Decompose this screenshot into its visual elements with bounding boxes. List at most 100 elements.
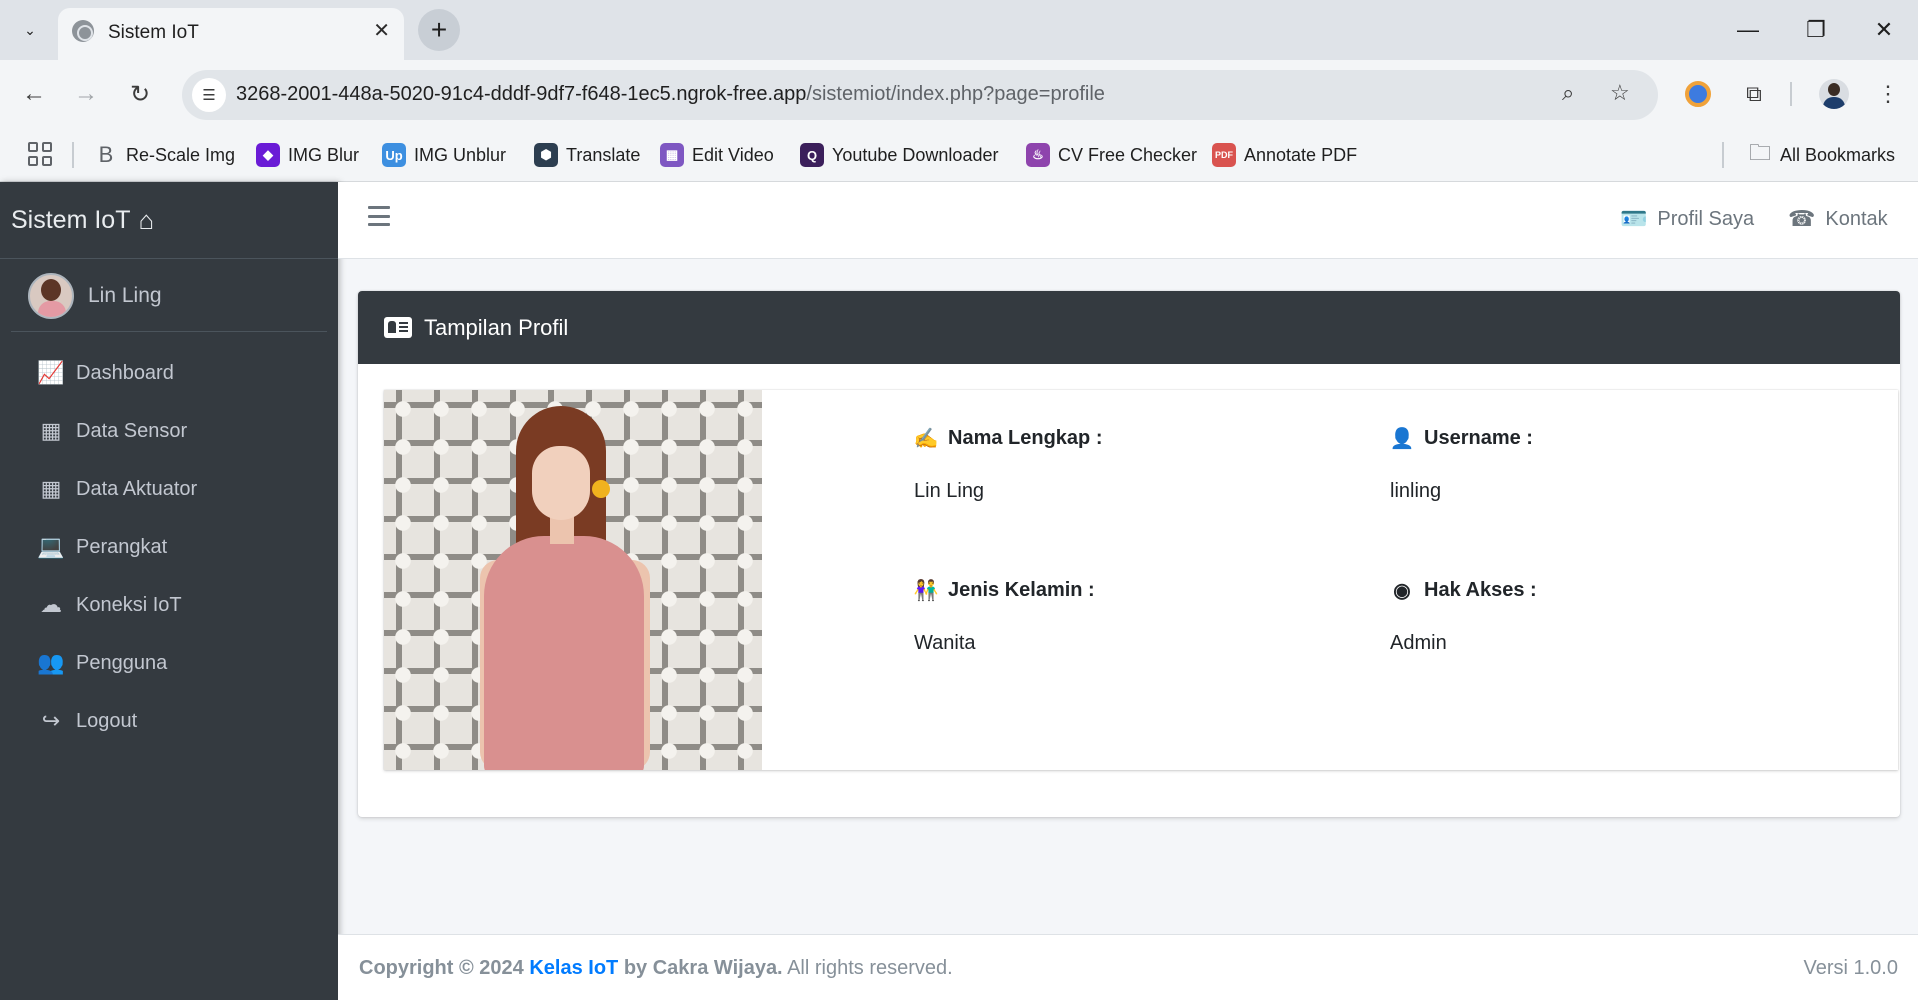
cloud-icon: ☁ xyxy=(40,592,62,617)
bookmark-item[interactable]: ▦ Edit Video xyxy=(660,140,774,170)
phone-icon: ☎ xyxy=(1788,206,1816,231)
footer-copyright: Copyright © 2024 Kelas IoT by Cakra Wija… xyxy=(359,957,953,980)
bookmark-item[interactable]: ◆ IMG Blur xyxy=(256,140,359,170)
bookmark-label: Annotate PDF xyxy=(1244,144,1358,165)
chart-area-icon: 📈 xyxy=(37,360,65,385)
grid-icon: ▦ xyxy=(40,418,62,443)
edit-video-icon: ▦ xyxy=(660,143,684,167)
bookmarks-divider xyxy=(1722,142,1724,168)
card-title: Tampilan Profil xyxy=(424,314,569,340)
contact-link[interactable]: ☎ Kontak xyxy=(1788,206,1888,232)
extensions-puzzle-icon[interactable]: ⧉ xyxy=(1734,74,1774,114)
sidebar-item-data-sensor[interactable]: ▦ Data Sensor xyxy=(0,402,338,460)
access-label: Hak Akses : xyxy=(1424,578,1537,601)
bookmark-star-icon[interactable]: ☆ xyxy=(1610,80,1630,106)
new-tab-button[interactable]: + xyxy=(418,9,460,51)
footer-link[interactable]: Kelas IoT xyxy=(529,957,618,979)
footer-author: by Cakra Wijaya. xyxy=(623,957,783,979)
zoom-icon[interactable]: ⌕ xyxy=(1562,80,1574,106)
user-panel[interactable]: Lin Ling xyxy=(11,260,327,332)
restore-icon[interactable]: ❐ xyxy=(1796,10,1836,50)
url-host: 3268-2001-448a-5020-91c4-dddf-9df7-f648-… xyxy=(236,83,807,105)
site-settings-icon[interactable]: ☰ xyxy=(192,78,226,112)
brand-link[interactable]: Sistem IoT ⌂ xyxy=(0,182,338,259)
profile-detail-panel: ✍ Nama Lengkap : Lin Ling 👤 Username : l… xyxy=(384,390,1898,770)
browser-menu-icon[interactable]: ⋮ xyxy=(1868,74,1908,114)
laptop-icon: 💻 xyxy=(37,534,65,559)
footer: Copyright © 2024 Kelas IoT by Cakra Wija… xyxy=(338,934,1918,1000)
annotate-pdf-icon: PDF xyxy=(1212,143,1236,167)
bookmark-label: IMG Blur xyxy=(288,144,360,165)
profile-card: Tampilan Profil ✍ Nama Lengkap : Lin Lin… xyxy=(358,291,1900,817)
eye-icon: ◉ xyxy=(1393,579,1411,602)
profile-avatar-icon[interactable] xyxy=(1814,74,1854,114)
forward-arrow-icon[interactable]: → xyxy=(66,74,106,114)
reload-icon[interactable]: ↻ xyxy=(120,74,160,114)
sidebar-item-pengguna[interactable]: 👥 Pengguna xyxy=(0,634,338,692)
username-label-row: 👤 Username : xyxy=(1390,426,1533,450)
all-bookmarks-label: All Bookmarks xyxy=(1780,144,1896,165)
browser-tab-active[interactable]: Sistem IoT ✕ xyxy=(58,8,404,60)
folder-icon: 🗀 xyxy=(1748,140,1771,165)
bookmark-label: IMG Unblur xyxy=(414,144,507,165)
sidebar-item-logout[interactable]: ↪ Logout xyxy=(0,692,338,750)
brand-title: Sistem IoT xyxy=(11,205,131,234)
sidebar-item-label: Logout xyxy=(76,709,138,732)
youtube-downloader-icon: Q xyxy=(800,143,824,167)
bookmark-item[interactable]: ♨ CV Free Checker xyxy=(1026,140,1197,170)
bookmark-item[interactable]: ⬢ Translate xyxy=(534,140,640,170)
profile-link-label: Profil Saya xyxy=(1657,207,1755,230)
bookmark-item[interactable]: PDF Annotate PDF xyxy=(1212,140,1357,170)
url-text[interactable]: 3268-2001-448a-5020-91c4-dddf-9df7-f648-… xyxy=(236,83,1105,106)
full-name-label: Nama Lengkap : xyxy=(948,426,1103,449)
restroom-icon: 👫 xyxy=(913,579,939,602)
toolbar-divider xyxy=(1790,82,1792,106)
apps-grid-icon[interactable] xyxy=(26,140,54,168)
id-card-icon xyxy=(384,317,412,338)
sidebar-item-label: Dashboard xyxy=(76,361,174,384)
sidebar: Sistem IoT ⌂ Lin Ling 📈 Dashboard ▦ Data Se… xyxy=(0,182,338,1000)
back-arrow-icon[interactable]: ← xyxy=(14,74,54,114)
bookmark-item[interactable]: B Re-Scale Img xyxy=(94,140,235,170)
sidebar-item-label: Data Sensor xyxy=(76,419,188,442)
bookmark-label: CV Free Checker xyxy=(1058,144,1198,165)
copyright-prefix: Copyright © 2024 xyxy=(359,957,524,979)
sign-out-icon: ↪ xyxy=(41,708,61,733)
footer-rights: All rights reserved. xyxy=(787,957,953,979)
profile-link[interactable]: 🪪 Profil Saya xyxy=(1620,206,1754,232)
gender-label-row: 👫 Jenis Kelamin : xyxy=(914,578,1095,602)
minimize-icon[interactable]: — xyxy=(1728,10,1768,50)
tab-search-chevron-icon[interactable]: ⌄ xyxy=(14,14,46,46)
sidebar-item-data-aktuator[interactable]: ▦ Data Aktuator xyxy=(0,460,338,518)
translate-icon: ⬢ xyxy=(534,143,558,167)
img-unblur-icon: Up xyxy=(382,143,406,167)
bookmark-label: Youtube Downloader xyxy=(832,144,999,165)
grid-icon: ▦ xyxy=(40,476,62,501)
sidebar-item-koneksi-iot[interactable]: ☁ Koneksi IoT xyxy=(0,576,338,634)
username-value: linling xyxy=(1390,480,1442,502)
footer-version: Versi 1.0.0 xyxy=(1803,957,1898,979)
all-bookmarks-button[interactable]: 🗀 All Bookmarks xyxy=(1748,140,1895,170)
tab-title: Sistem IoT xyxy=(108,22,199,43)
profile-photo xyxy=(384,390,762,770)
bookmark-label: Translate xyxy=(566,144,641,165)
sidebar-item-perangkat[interactable]: 💻 Perangkat xyxy=(0,518,338,576)
sidebar-item-dashboard[interactable]: 📈 Dashboard xyxy=(0,344,338,402)
sidebar-menu: 📈 Dashboard ▦ Data Sensor ▦ Data Aktuator 💻 Per… xyxy=(0,344,338,750)
tab-close-icon[interactable]: ✕ xyxy=(373,18,390,43)
bookmark-label: Re-Scale Img xyxy=(126,144,236,165)
globe-icon xyxy=(72,20,94,42)
browser-toolbar: ← → ↻ ☰ 3268-2001-448a-5020-91c4-dddf-9d… xyxy=(0,60,1918,128)
address-bar[interactable]: ☰ 3268-2001-448a-5020-91c4-dddf-9df7-f64… xyxy=(182,70,1658,120)
window-close-icon[interactable]: ✕ xyxy=(1864,10,1904,50)
user-icon: 👤 xyxy=(1389,427,1415,450)
hamburger-menu-icon[interactable] xyxy=(368,206,390,226)
extension-colorful-icon[interactable] xyxy=(1678,74,1718,114)
sidebar-item-label: Perangkat xyxy=(76,535,168,558)
bookmark-item[interactable]: Up IMG Unblur xyxy=(382,140,506,170)
full-name-value: Lin Ling xyxy=(914,480,985,502)
username-label: Username : xyxy=(1424,426,1533,449)
user-name: Lin Ling xyxy=(88,283,162,307)
bookmark-item[interactable]: Q Youtube Downloader xyxy=(800,140,998,170)
main-content: Tampilan Profil ✍ Nama Lengkap : Lin Lin… xyxy=(338,259,1918,934)
